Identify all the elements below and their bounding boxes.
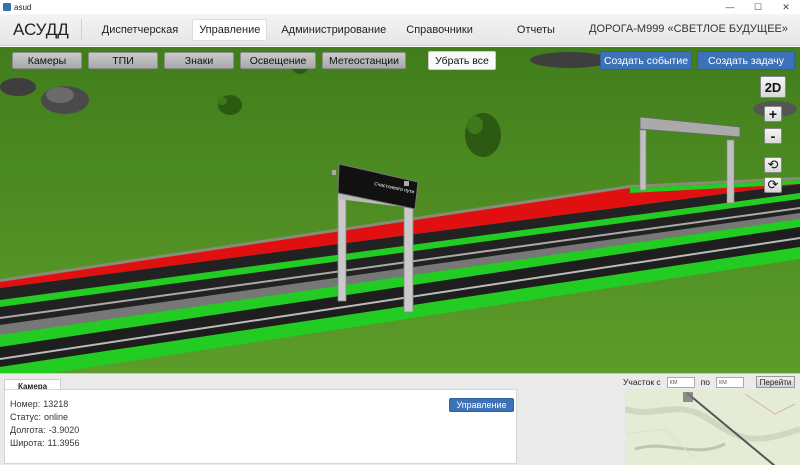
rotate-right-icon[interactable]: ⟳	[764, 177, 782, 193]
nav-dispatch[interactable]: Диспетчерская	[96, 20, 184, 40]
camera-status: Статус: online	[10, 412, 68, 422]
road-title: ДОРОГА-М999 «СВЕТЛОЕ БУДУЩЕЕ»	[589, 23, 788, 35]
nav-references[interactable]: Справочники	[400, 20, 479, 40]
layer-tpi-button[interactable]: ТПИ	[88, 52, 158, 69]
nav-management[interactable]: Управление	[192, 18, 268, 41]
nav-administration[interactable]: Администрирование	[275, 20, 392, 40]
minimap-viewport[interactable]	[683, 392, 693, 402]
segment-from-input[interactable]	[666, 376, 695, 388]
window-titlebar: asud — ☐ ✕	[0, 0, 800, 14]
layer-cameras-button[interactable]: Камеры	[12, 52, 82, 69]
create-task-button[interactable]: Создать задачу	[697, 51, 795, 70]
rotate-left-icon[interactable]: ⟲	[764, 157, 782, 173]
camera-longitude: Долгота: -3.9020	[10, 425, 80, 435]
clear-all-button[interactable]: Убрать все	[428, 51, 496, 70]
maximize-button[interactable]: ☐	[744, 0, 772, 14]
brand-logo[interactable]: АСУДД	[0, 18, 82, 41]
bottom-panel: Камера Номер: 13218 Статус: online Долгота…	[0, 373, 800, 465]
camera-info-panel: Номер: 13218 Статус: online Долгота: -3.902…	[4, 389, 517, 464]
segment-to-label: по	[700, 377, 711, 387]
zoom-out-button[interactable]: -	[764, 128, 782, 144]
segment-to-input[interactable]	[716, 376, 745, 388]
minimize-button[interactable]: —	[716, 0, 744, 14]
segment-from-label: Участок с	[623, 377, 661, 387]
create-event-button[interactable]: Создать событие	[600, 51, 692, 70]
nav-reports[interactable]: Отчеты	[511, 20, 561, 40]
scene-graphics: Счастливого пути	[0, 47, 800, 373]
layer-lighting-button[interactable]: Освещение	[240, 52, 316, 69]
minimap[interactable]	[625, 389, 800, 465]
zoom-in-button[interactable]: +	[764, 106, 782, 122]
view-2d-button[interactable]: 2D	[760, 76, 786, 98]
app-icon	[3, 3, 11, 11]
camera-number: Номер: 13218	[10, 399, 69, 409]
close-button[interactable]: ✕	[772, 0, 800, 14]
map-3d-view[interactable]: Счастливого пути Камеры ТПИ Знаки Освеще…	[0, 47, 800, 373]
window-title: asud	[14, 2, 32, 12]
camera-latitude: Широта: 11.3956	[10, 438, 80, 448]
top-navigation: АСУДД Диспетчерская Управление Администр…	[0, 14, 800, 46]
layer-signs-button[interactable]: Знаки	[164, 52, 234, 69]
segment-filter: Участок с по	[623, 376, 750, 388]
camera-manage-button[interactable]: Управление	[449, 398, 514, 412]
layer-weather-button[interactable]: Метеостанции	[322, 52, 406, 69]
go-button[interactable]: Перейти	[756, 376, 795, 388]
